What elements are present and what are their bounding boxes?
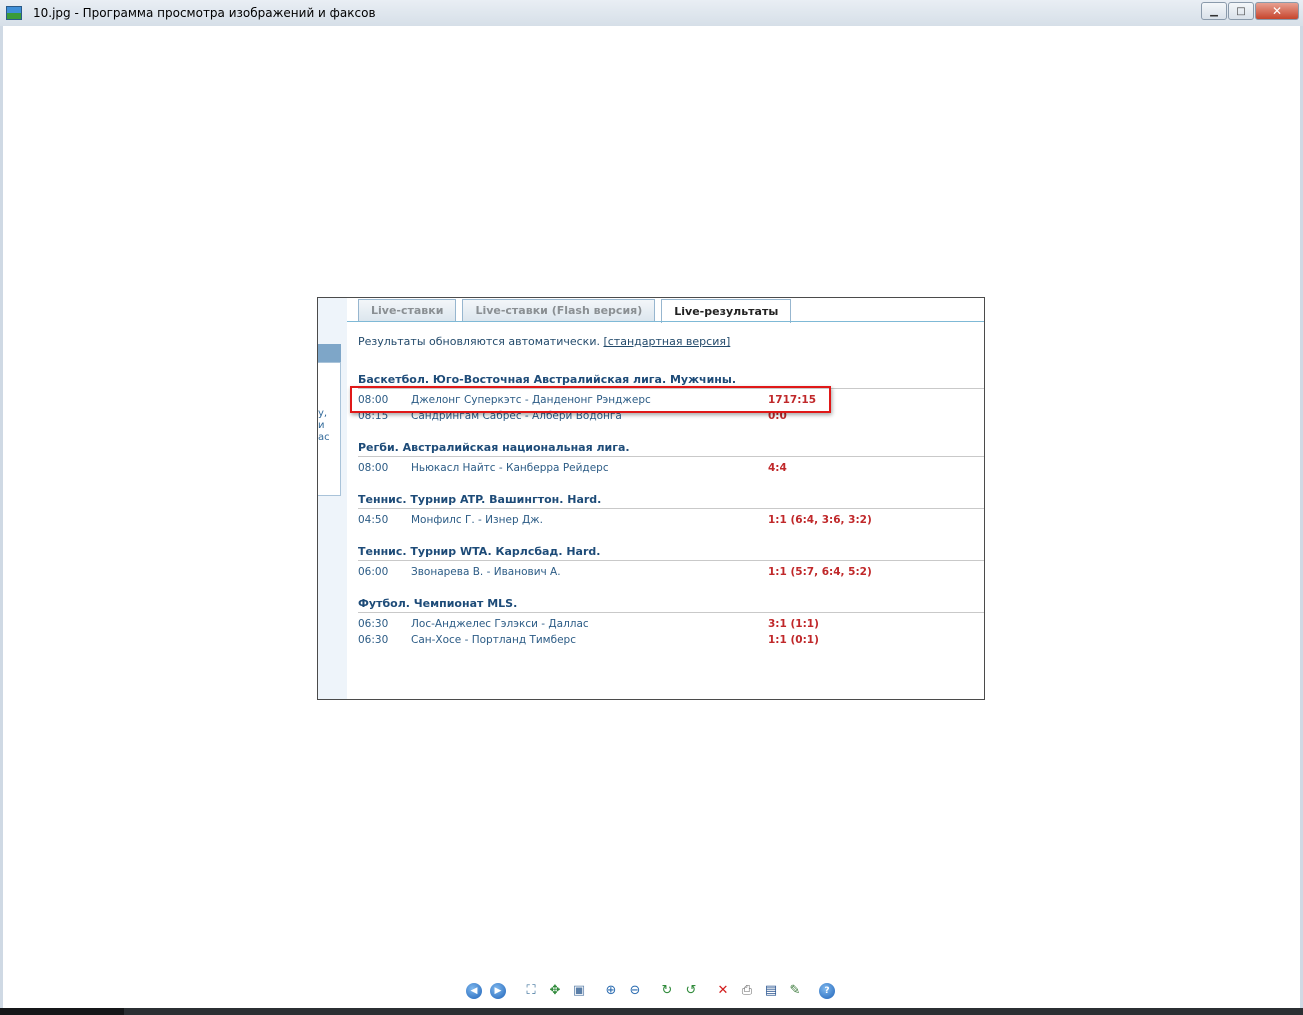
league-title: Теннис. Турнир ATP. Вашингтон. Hard. [358,493,602,506]
delete-icon[interactable]: ✕ [715,983,731,999]
match-teams: Сан-Хосе - Портланд Тимберс [411,634,576,646]
standard-version-link[interactable]: [стандартная версия] [603,335,730,348]
match-row: 08:00 Ньюкасл Найтс - Канберра Рейдерс 4… [358,462,984,478]
match-row: 06:00 Звонарева В. - Иванович А. 1:1 (5:… [358,566,984,582]
edit-image-icon[interactable]: ✎ [787,983,803,999]
match-score: 1:1 (5:7, 6:4, 5:2) [768,566,872,578]
viewer-toolbar: ◀ ▶ ⛶ ✥ ▣ ⊕ ⊖ ↻ ↺ ✕ ⎙ ▤ ✎ ? [0,983,1303,1003]
print-icon[interactable]: ⎙ [739,983,755,999]
tab-live-results[interactable]: Live-результаты [661,299,792,323]
match-time: 06:00 [358,566,389,578]
tab-bar: Live-ставки Live-ставки (Flash версия) L… [358,299,797,323]
match-score: 1:1 (6:4, 3:6, 3:2) [768,514,872,526]
match-time: 04:50 [358,514,389,526]
minimize-button[interactable]: ▁ [1201,2,1227,20]
actual-size-icon[interactable]: ✥ [547,983,563,999]
tab-underline [347,321,984,322]
left-text-fragment: ас [318,432,330,443]
match-teams: Ньюкасл Найтс - Канберра Рейдерс [411,462,609,474]
image-viewer-window: 10.jpg - Программа просмотра изображений… [0,0,1303,1015]
match-row: 04:50 Монфилс Г. - Изнер Дж. 1:1 (6:4, 3… [358,514,984,530]
league-title: Баскетбол. Юго-Восточная Австралийская л… [358,373,737,386]
tab-live-bets[interactable]: Live-ставки [358,299,457,321]
league-divider [358,560,984,561]
match-score: 4:4 [768,462,787,474]
tab-live-bets-flash[interactable]: Live-ставки (Flash версия) [462,299,656,321]
match-row: 06:30 Лос-Анджелес Гэлэкси - Даллас 3:1 … [358,618,984,634]
next-image-icon[interactable]: ▶ [490,983,506,999]
left-text-fragment: у, [318,408,328,419]
save-icon[interactable]: ▤ [763,983,779,999]
match-teams: Лос-Анджелес Гэлэкси - Даллас [411,618,589,630]
previous-image-icon[interactable]: ◀ [466,983,482,999]
displayed-image: у, и ас Live-ставки Live-ставки (Flash в… [317,297,985,700]
auto-update-text: Результаты обновляются автоматически. [358,335,600,348]
close-button[interactable]: ✕ [1255,2,1299,20]
league-divider [358,508,984,509]
slideshow-icon[interactable]: ▣ [571,983,587,999]
match-time: 06:30 [358,618,389,630]
window-title: 10.jpg - Программа просмотра изображений… [33,6,376,20]
window-controls: ▁ □ ✕ [1200,2,1299,20]
match-time: 08:00 [358,462,389,474]
match-time: 06:30 [358,634,389,646]
title-bar[interactable]: 10.jpg - Программа просмотра изображений… [0,0,1303,26]
league-title: Футбол. Чемпионат MLS. [358,597,518,610]
highlight-annotation-box [350,386,831,413]
taskbar-segment [0,1008,124,1015]
match-teams: Монфилс Г. - Изнер Дж. [411,514,543,526]
zoom-out-icon[interactable]: ⊖ [627,983,643,999]
match-score: 1:1 (0:1) [768,634,819,646]
best-fit-icon[interactable]: ⛶ [523,983,539,999]
rotate-counterclockwise-icon[interactable]: ↺ [683,983,699,999]
maximize-button[interactable]: □ [1228,2,1254,20]
rotate-clockwise-icon[interactable]: ↻ [659,983,675,999]
help-icon[interactable]: ? [819,983,835,999]
auto-update-note: Результаты обновляются автоматически. [с… [358,335,730,348]
match-teams: Звонарева В. - Иванович А. [411,566,561,578]
league-title: Теннис. Турнир WTA. Карлсбад. Hard. [358,545,601,558]
taskbar-strip [0,1008,1303,1015]
zoom-in-icon[interactable]: ⊕ [603,983,619,999]
left-sidebar-fragment: у, и ас [318,298,347,699]
match-row: 06:30 Сан-Хосе - Портланд Тимберс 1:1 (0… [358,634,984,650]
league-divider [358,456,984,457]
league-divider [358,612,984,613]
left-header-bar [318,344,341,362]
app-icon [6,6,22,20]
league-title: Регби. Австралийская национальная лига. [358,441,630,454]
left-text-fragment: и [318,420,325,431]
match-score: 3:1 (1:1) [768,618,819,630]
